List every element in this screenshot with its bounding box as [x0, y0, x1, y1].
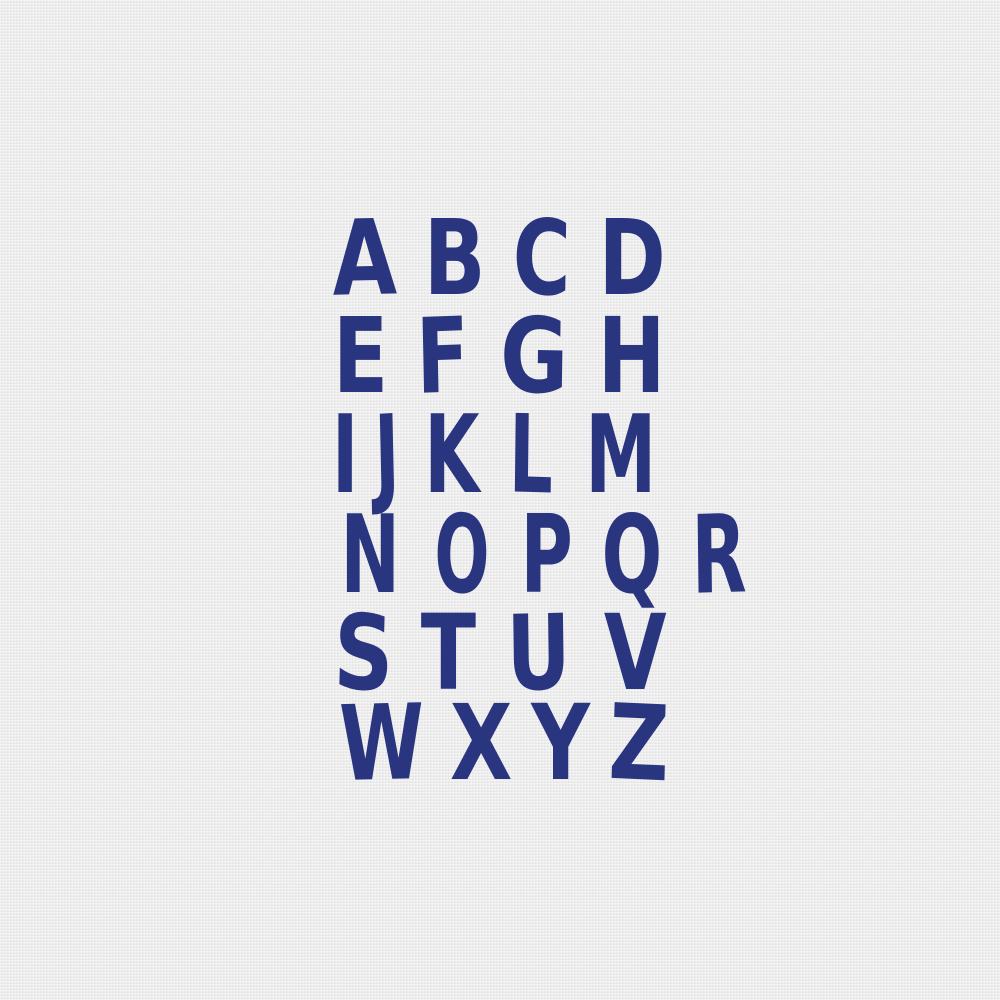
letter-y: Y: [531, 682, 590, 804]
letter-j: J: [372, 392, 401, 519]
letter-e: E: [332, 295, 389, 417]
alphabet-print: A B C D E F G H I J K L M N O P Q R S T …: [325, 196, 748, 806]
letter-l: L: [508, 392, 554, 519]
letter-m: M: [585, 393, 657, 518]
alphabet-row-1: A B C D: [325, 196, 675, 320]
letter-z: Z: [606, 680, 671, 806]
letter-x: X: [449, 682, 513, 804]
letter-n: N: [340, 493, 401, 618]
letter-h: H: [597, 295, 666, 417]
letter-i: I: [331, 393, 359, 518]
alphabet-row-6: W X Y Z: [325, 680, 675, 806]
letter-g: G: [499, 294, 570, 418]
letter-q: Q: [601, 493, 663, 618]
alphabet-row-4: N O P Q R: [325, 491, 747, 620]
letter-a: A: [331, 196, 398, 320]
letter-k: K: [424, 393, 480, 518]
alphabet-row-2: E F G H: [325, 294, 675, 418]
letter-r: R: [691, 492, 748, 619]
letter-w: W: [338, 681, 425, 805]
letter-f: F: [415, 294, 470, 418]
letter-c: C: [512, 196, 572, 320]
alphabet-row-3: I J K L M: [325, 392, 675, 519]
letter-p: P: [520, 493, 573, 618]
letter-b: B: [423, 197, 486, 319]
letter-o: O: [433, 491, 492, 620]
letter-d: D: [598, 197, 666, 319]
